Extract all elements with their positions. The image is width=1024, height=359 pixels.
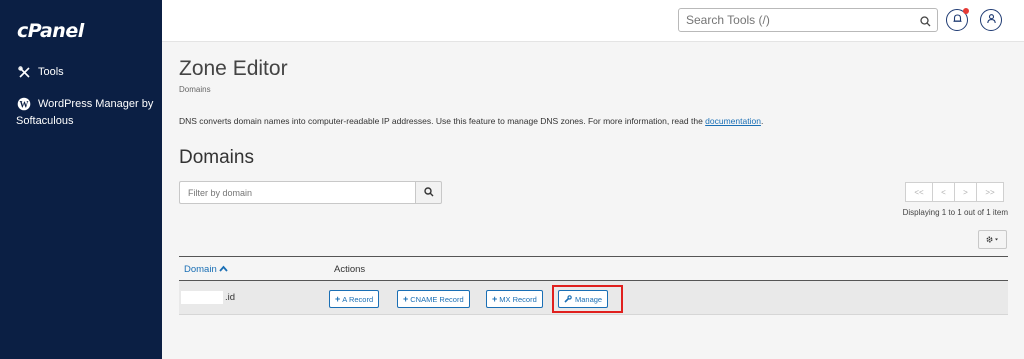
breadcrumb: Domains — [179, 85, 211, 94]
add-a-record-button[interactable]: + A Record — [329, 290, 380, 308]
domain-name: .id — [225, 292, 236, 303]
notification-dot — [963, 8, 969, 14]
prev-page-button[interactable]: < — [932, 182, 955, 202]
sort-ascending-icon — [219, 264, 229, 275]
bell-icon — [952, 11, 963, 29]
tools-icon — [16, 64, 32, 80]
actions-column-header: Actions — [334, 264, 366, 275]
cpanel-logo[interactable]: cPanel — [17, 20, 84, 42]
settings-dropdown-button[interactable] — [978, 230, 1007, 249]
topbar — [162, 0, 1024, 42]
filter-search-button[interactable] — [415, 181, 442, 204]
domain-filter — [179, 181, 442, 204]
sidebar-item-tools[interactable]: Tools — [16, 64, 64, 81]
documentation-link[interactable]: documentation — [705, 116, 761, 126]
description-text: DNS converts domain names into computer-… — [179, 116, 703, 126]
pagination-status: Displaying 1 to 1 out of 1 item — [902, 208, 1008, 217]
add-mx-record-button[interactable]: + MX Record — [486, 290, 543, 308]
table-header: Domain Actions — [179, 256, 1008, 281]
sidebar-item-label: WordPress Manager by Softaculous — [16, 98, 154, 127]
user-menu-button[interactable] — [980, 9, 1002, 31]
page-description: DNS converts domain names into computer-… — [179, 116, 763, 126]
plus-icon: + — [335, 294, 341, 304]
last-page-button[interactable]: >> — [976, 182, 1004, 202]
notifications-button[interactable] — [946, 8, 969, 31]
main-content: Zone Editor Domains DNS converts domain … — [162, 42, 1024, 359]
next-page-button[interactable]: > — [954, 182, 977, 202]
highlight-box — [552, 285, 623, 313]
domain-column-header[interactable]: Domain — [184, 264, 229, 275]
domains-title: Domains — [179, 147, 254, 168]
page-title: Zone Editor — [179, 57, 288, 80]
search-icon — [423, 184, 434, 202]
description-end: . — [760, 116, 764, 126]
search-icon[interactable] — [920, 14, 931, 32]
search-input[interactable] — [679, 9, 909, 31]
sidebar-item-wordpress-manager[interactable]: W WordPress Manager by Softaculous — [16, 96, 156, 130]
sidebar-item-label: Tools — [38, 66, 64, 78]
add-cname-record-button[interactable]: + CNAME Record — [397, 290, 470, 308]
user-icon — [986, 11, 997, 29]
sidebar: cPanel Tools W WordPress Manager by Soft… — [0, 0, 162, 359]
filter-input[interactable] — [179, 181, 415, 204]
plus-icon: + — [403, 294, 409, 304]
domains-table: Domain Actions .id + A Record + CNAME Reco… — [179, 256, 1008, 315]
redacted-domain-name — [181, 291, 223, 304]
search-tools[interactable] — [678, 8, 938, 32]
pagination: << < > >> — [905, 182, 1004, 202]
gear-icon — [985, 231, 1000, 249]
table-row: .id + A Record + CNAME Record + MX Record M… — [179, 281, 1008, 315]
plus-icon: + — [492, 294, 498, 304]
first-page-button[interactable]: << — [905, 182, 933, 202]
